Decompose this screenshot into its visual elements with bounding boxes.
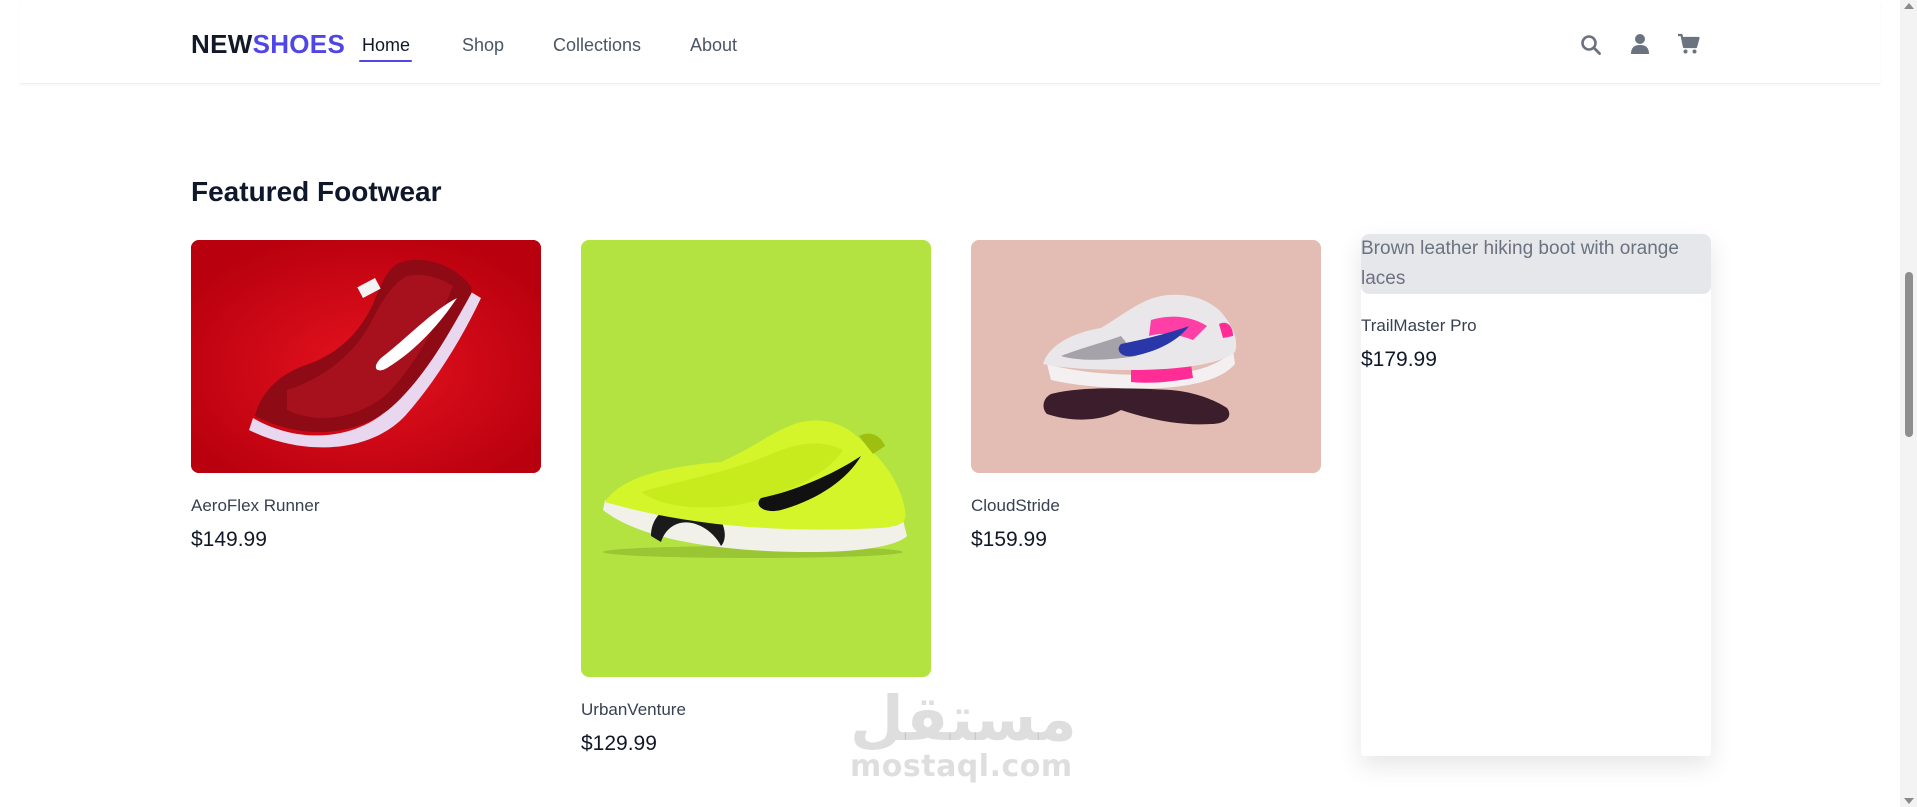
nav-shop[interactable]: Shop — [462, 35, 504, 56]
scroll-down-arrow-icon[interactable] — [1904, 798, 1914, 804]
product-price: $159.99 — [971, 528, 1047, 551]
watermark-latin: mostaql.com — [850, 749, 1073, 784]
product-name[interactable]: UrbanVenture — [581, 700, 686, 720]
logo-part-shoes: SHOES — [252, 29, 346, 59]
watermark-arabic: مستقل — [850, 682, 1077, 755]
white-pink-shoe-illustration — [1043, 294, 1237, 425]
product-image-aeroflex[interactable] — [191, 240, 541, 473]
search-icon[interactable] — [1579, 33, 1603, 57]
brand-logo[interactable]: NEWSHOES — [191, 29, 345, 60]
product-card-trailmaster[interactable]: Brown leather hiking boot with orange la… — [1361, 234, 1711, 756]
green-shoe-illustration — [603, 420, 907, 558]
user-icon[interactable] — [1628, 32, 1652, 56]
vertical-scrollbar[interactable] — [1900, 0, 1917, 807]
nav-collections[interactable]: Collections — [553, 35, 641, 56]
product-name[interactable]: TrailMaster Pro — [1361, 316, 1477, 336]
section-title: Featured Footwear — [191, 176, 442, 207]
cart-icon[interactable] — [1677, 32, 1701, 56]
product-price: $149.99 — [191, 528, 267, 551]
product-image-urbanventure[interactable] — [581, 240, 931, 677]
scroll-up-arrow-icon[interactable] — [1904, 3, 1914, 9]
product-price: $179.99 — [1361, 348, 1437, 371]
product-image-cloudstride[interactable] — [971, 240, 1321, 473]
product-price: $129.99 — [581, 732, 657, 755]
product-name[interactable]: AeroFlex Runner — [191, 496, 320, 516]
nav-home[interactable]: Home — [358, 35, 413, 62]
mostaql-watermark: مستقل mostaql.com — [850, 682, 1077, 784]
product-name[interactable]: CloudStride — [971, 496, 1060, 516]
red-shoe-illustration — [191, 240, 541, 473]
site-header: NEWSHOES Home Shop Collections About — [20, 2, 1880, 84]
logo-part-new: NEW — [191, 29, 253, 59]
broken-image-placeholder[interactable]: Brown leather hiking boot with orange la… — [1361, 234, 1711, 294]
scroll-thumb[interactable] — [1905, 272, 1913, 437]
nav-about[interactable]: About — [690, 35, 737, 56]
page: NEWSHOES Home Shop Collections About Fea… — [0, 0, 1917, 807]
